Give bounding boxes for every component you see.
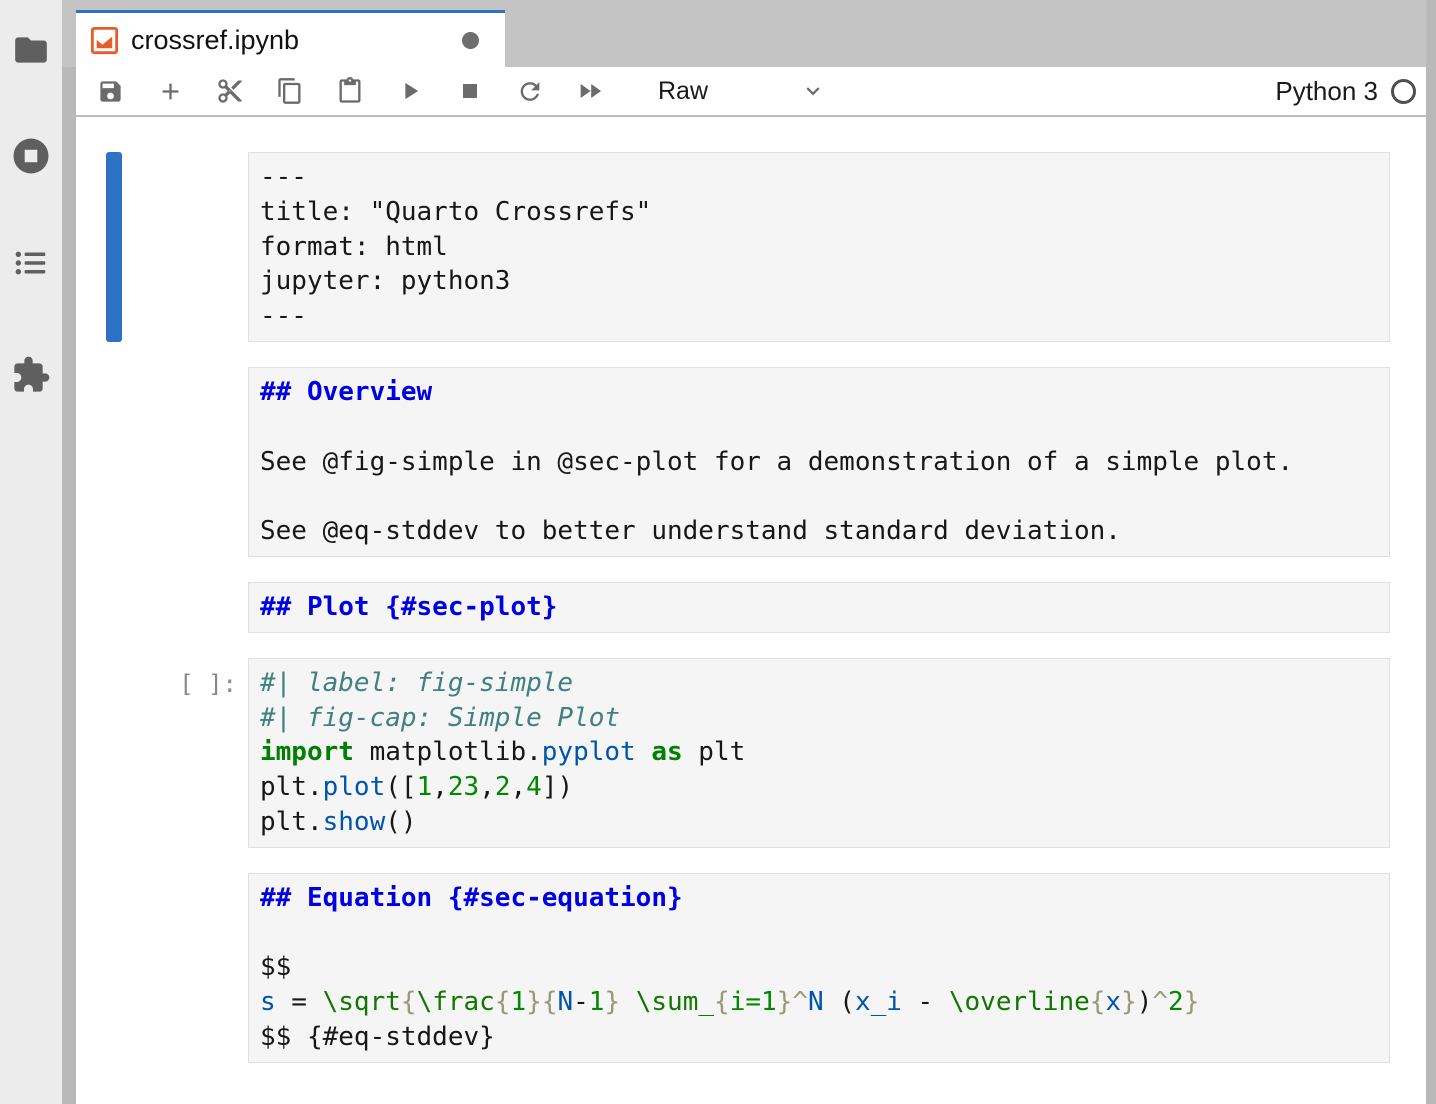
- cell-markdown[interactable]: ## Plot {#sec-plot}: [248, 582, 1390, 633]
- kernel-name: Python 3: [1275, 76, 1378, 107]
- activity-sidebar: [0, 0, 62, 1104]
- cell-markdown[interactable]: ## Overview See @fig-simple in @sec-plot…: [248, 367, 1390, 557]
- cell-editor[interactable]: ## Plot {#sec-plot}: [249, 583, 1389, 625]
- notebook-file-icon: [89, 25, 120, 56]
- restart-kernel-icon[interactable]: [516, 77, 544, 105]
- unsaved-changes-indicator[interactable]: [462, 32, 479, 49]
- cell-raw[interactable]: ---title: "Quarto Crossrefs"format: html…: [248, 152, 1390, 342]
- selected-cell-collapser[interactable]: [106, 152, 122, 342]
- cell-type-value: Raw: [658, 77, 708, 106]
- cell-markdown[interactable]: ## Equation {#sec-equation} $$s = \sqrt{…: [248, 873, 1390, 1063]
- notebook-toolbar: Raw Python 3: [76, 67, 1426, 116]
- restart-run-all-icon[interactable]: [576, 77, 604, 105]
- cell-editor[interactable]: #| label: fig-simple#| fig-cap: Simple P…: [249, 659, 1389, 840]
- chevron-down-icon: [800, 78, 826, 104]
- run-cell-icon[interactable]: [396, 77, 424, 105]
- table-of-contents-icon[interactable]: [0, 239, 62, 287]
- cell-list: ---title: "Quarto Crossrefs"format: html…: [76, 117, 1426, 1104]
- kernel-indicator[interactable]: Python 3: [1275, 76, 1416, 107]
- execution-count-prompt: [ ]:: [97, 666, 237, 702]
- cell-editor[interactable]: ---title: "Quarto Crossrefs"format: html…: [249, 153, 1389, 334]
- interrupt-kernel-icon[interactable]: [456, 77, 484, 105]
- copy-cell-icon[interactable]: [276, 77, 304, 105]
- cell-type-select[interactable]: Raw: [658, 77, 826, 106]
- cut-cell-icon[interactable]: [216, 77, 244, 105]
- file-browser-folder-icon[interactable]: [0, 26, 62, 74]
- running-kernels-icon[interactable]: [0, 132, 62, 180]
- paste-cell-icon[interactable]: [336, 77, 364, 105]
- jupyterlab-window: crossref.ipynb: [0, 0, 1436, 1104]
- save-icon[interactable]: [96, 77, 124, 105]
- notebook-tab[interactable]: crossref.ipynb: [76, 10, 505, 67]
- extension-manager-icon[interactable]: [0, 351, 62, 399]
- cell-editor[interactable]: ## Equation {#sec-equation} $$s = \sqrt{…: [249, 874, 1389, 1055]
- dock-tab-bar: crossref.ipynb: [62, 0, 1426, 67]
- cell-editor[interactable]: ## Overview See @fig-simple in @sec-plot…: [249, 368, 1389, 549]
- tab-title: crossref.ipynb: [131, 25, 299, 56]
- kernel-status-icon[interactable]: [1391, 79, 1416, 104]
- cell-code[interactable]: [ ]:#| label: fig-simple#| fig-cap: Simp…: [248, 658, 1390, 848]
- add-cell-icon[interactable]: [156, 77, 184, 105]
